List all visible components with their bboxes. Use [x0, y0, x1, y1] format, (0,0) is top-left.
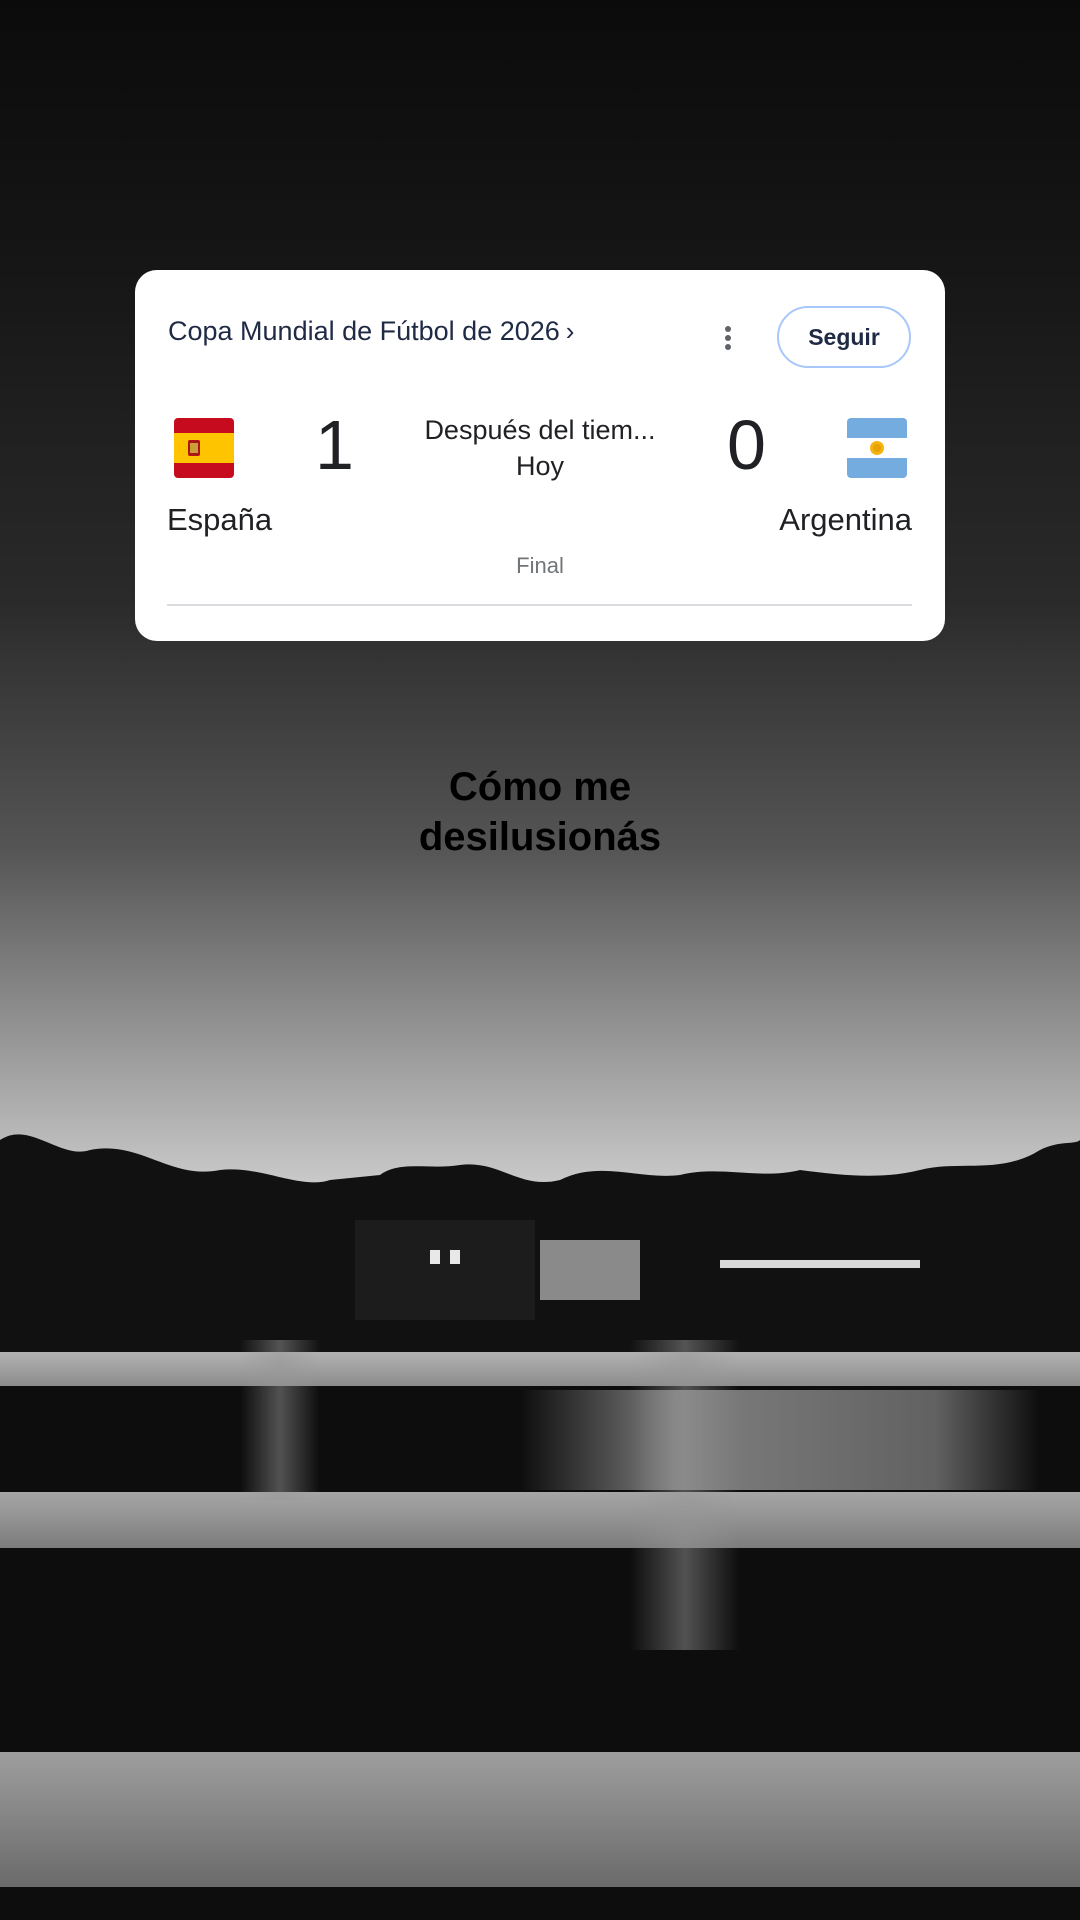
railing-post [630, 1340, 740, 1650]
railing-post [240, 1340, 320, 1500]
follow-button[interactable]: Seguir [777, 306, 911, 368]
away-team-name: Argentina [779, 502, 912, 537]
competition-link[interactable]: Copa Mundial de Fútbol de 2026 › [168, 316, 574, 347]
spain-flag-icon [174, 418, 234, 478]
caption-line: Cómo me [448, 765, 632, 809]
home-score: 1 [315, 406, 354, 484]
water-reflection [520, 1390, 1040, 1490]
away-score: 0 [727, 406, 766, 484]
caption-line: desilusionás [418, 815, 662, 859]
railing-bar [0, 1752, 1080, 1887]
home-team-name: España [167, 502, 273, 537]
more-options-icon[interactable] [722, 326, 734, 356]
tree-line-silhouette [0, 1134, 1080, 1360]
chevron-right-icon: › [565, 316, 575, 346]
match-status: Después del tiem... Hoy [385, 412, 695, 484]
story-caption: Cómo me desilusionás [340, 762, 740, 862]
card-divider [167, 604, 912, 606]
match-status-period: Después del tiem... [424, 415, 656, 445]
competition-title: Copa Mundial de Fútbol de 2026 [168, 316, 560, 346]
argentina-flag-icon [847, 418, 907, 478]
match-status-date: Hoy [515, 451, 564, 481]
match-score-card[interactable]: Copa Mundial de Fútbol de 2026 › Seguir 1… [135, 270, 945, 641]
final-label: Final [516, 553, 564, 578]
railing-bar [0, 1352, 1080, 1386]
railing-bar [0, 1492, 1080, 1548]
